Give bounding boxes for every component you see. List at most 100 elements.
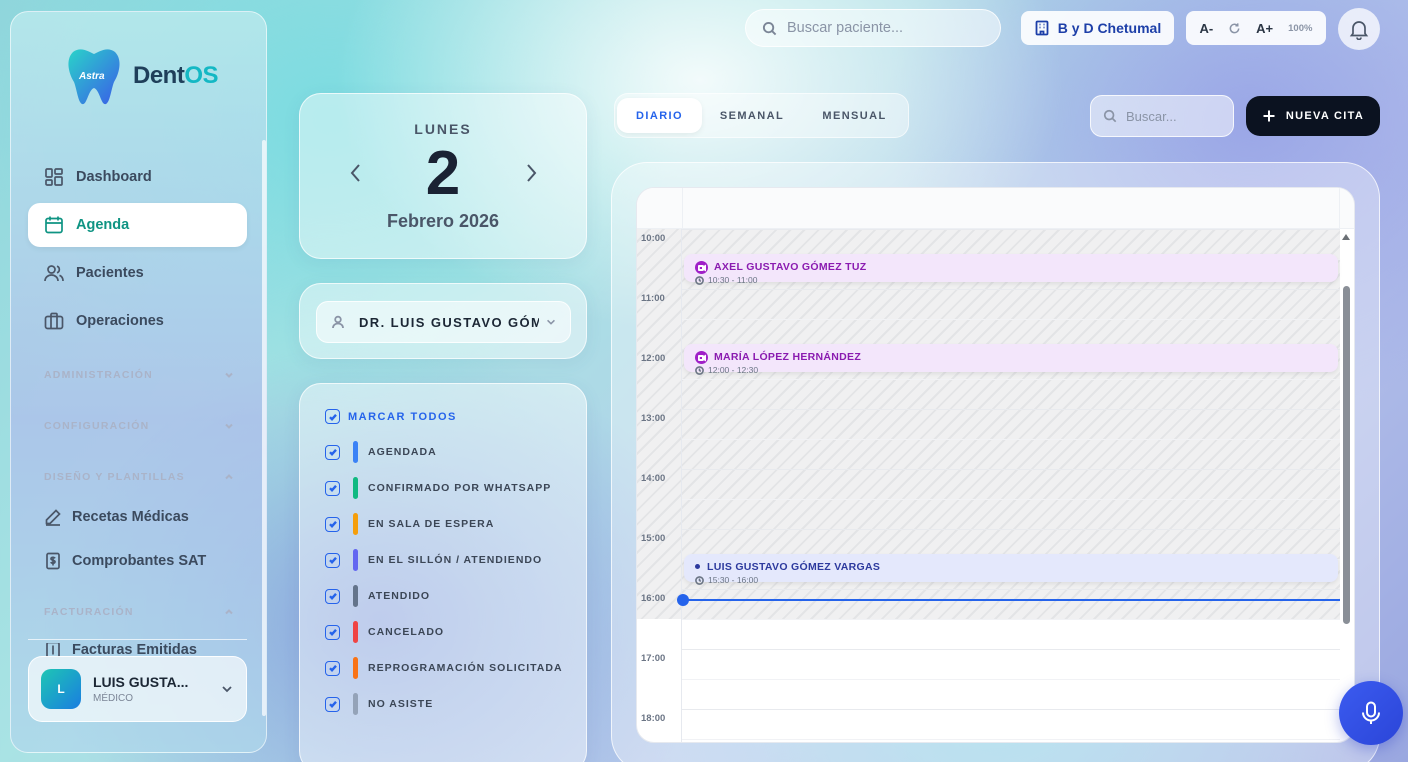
scroll-up-arrow[interactable] bbox=[1342, 234, 1350, 240]
tab-semanal[interactable]: SEMANAL bbox=[707, 98, 797, 133]
mark-all-checkbox[interactable]: MARCAR TODOS bbox=[325, 409, 457, 424]
status-filter-item[interactable]: NO ASISTE bbox=[325, 693, 433, 715]
section-administracion[interactable]: ADMINISTRACIÓN bbox=[44, 369, 234, 381]
appointment-time: 15:30 - 16:00 bbox=[695, 575, 758, 585]
status-color-bar bbox=[353, 441, 358, 463]
status-filter-item[interactable]: CANCELADO bbox=[325, 621, 444, 643]
sidebar-item-facturas[interactable]: Facturas Emitidas bbox=[44, 643, 197, 657]
check-icon bbox=[328, 484, 337, 492]
status-label: EN EL SILLÓN / ATENDIENDO bbox=[368, 554, 543, 566]
check-icon bbox=[328, 413, 337, 421]
status-color-bar bbox=[353, 585, 358, 607]
appointment-card[interactable]: AXEL GUSTAVO GÓMEZ TUZ 10:30 - 11:00 bbox=[684, 254, 1338, 285]
hour-line bbox=[682, 289, 1340, 290]
checkbox[interactable] bbox=[325, 588, 340, 604]
chevron-up-icon bbox=[225, 609, 233, 615]
status-color-bar bbox=[353, 477, 358, 499]
user-menu[interactable]: L LUIS GUSTA... MÉDICO bbox=[28, 656, 247, 722]
sidebar-item-recetas[interactable]: Recetas Médicas bbox=[44, 508, 189, 526]
font-increase-button[interactable]: A+ bbox=[1256, 21, 1273, 36]
appointment-card[interactable]: LUIS GUSTAVO GÓMEZ VARGAS 15:30 - 16:00 bbox=[684, 554, 1338, 585]
sidebar-item-label: Operaciones bbox=[76, 313, 164, 329]
appointment-search-input[interactable] bbox=[1126, 108, 1226, 124]
receipt-icon bbox=[46, 552, 60, 570]
patient-search[interactable] bbox=[745, 9, 1001, 47]
voice-assistant-button[interactable] bbox=[1339, 681, 1403, 745]
sidebar-item-dashboard[interactable]: Dashboard bbox=[28, 155, 247, 199]
status-color-bar bbox=[353, 693, 358, 715]
sidebar-item-agenda[interactable]: Agenda bbox=[28, 203, 247, 247]
mark-all-label: MARCAR TODOS bbox=[348, 410, 457, 423]
hour-label: 13:00 bbox=[641, 413, 666, 424]
status-label: NO ASISTE bbox=[368, 698, 434, 710]
chevron-up-icon bbox=[225, 474, 233, 480]
checkbox[interactable] bbox=[325, 660, 340, 676]
status-color-bar bbox=[353, 513, 358, 535]
pen-icon bbox=[45, 509, 61, 526]
notifications-button[interactable] bbox=[1338, 8, 1380, 50]
checkbox[interactable] bbox=[325, 409, 340, 424]
calendar-scrollbar[interactable] bbox=[1343, 286, 1350, 624]
appointment-search[interactable] bbox=[1090, 95, 1234, 137]
status-filter-item[interactable]: CONFIRMADO POR WHATSAPP bbox=[325, 477, 551, 499]
new-appointment-button[interactable]: NUEVA CITA bbox=[1246, 96, 1380, 136]
reset-icon[interactable] bbox=[1228, 22, 1241, 35]
app-name-dent: Dent bbox=[133, 62, 185, 89]
section-configuracion[interactable]: CONFIGURACIÓN bbox=[44, 420, 234, 432]
status-filter-item[interactable]: ATENDIDO bbox=[325, 585, 430, 607]
tab-mensual[interactable]: MENSUAL bbox=[807, 98, 902, 133]
half-hour-line bbox=[682, 379, 1340, 380]
section-label: DISEÑO Y PLANTILLAS bbox=[44, 471, 185, 483]
current-time-line bbox=[682, 599, 1340, 601]
checkbox[interactable] bbox=[325, 696, 340, 712]
section-diseno-plantillas[interactable]: DISEÑO Y PLANTILLAS bbox=[44, 471, 234, 483]
selected-doctor: DR. LUIS GUSTAVO GÓMEZ VARGAS bbox=[359, 314, 539, 330]
chevron-down-icon bbox=[222, 686, 232, 693]
doctor-select[interactable]: DR. LUIS GUSTAVO GÓMEZ VARGAS bbox=[316, 301, 571, 343]
tab-diario[interactable]: DIARIO bbox=[617, 98, 702, 133]
hour-label: 11:00 bbox=[641, 293, 665, 304]
appointment-time: 12:00 - 12:30 bbox=[695, 365, 758, 375]
check-icon bbox=[328, 556, 337, 564]
users-icon bbox=[44, 265, 64, 282]
check-icon bbox=[328, 520, 337, 528]
status-filter-item[interactable]: REPROGRAMACIÓN SOLICITADA bbox=[325, 657, 563, 679]
patient-search-input[interactable] bbox=[787, 20, 977, 36]
check-icon bbox=[328, 592, 337, 600]
status-filter-item[interactable]: EN EL SILLÓN / ATENDIENDO bbox=[325, 549, 542, 571]
sidebar-item-operaciones[interactable]: Operaciones bbox=[28, 299, 247, 343]
hour-line bbox=[682, 649, 1340, 650]
sidebar-item-pacientes[interactable]: Pacientes bbox=[28, 251, 247, 295]
hour-line bbox=[682, 709, 1340, 710]
appointment-card[interactable]: MARÍA LÓPEZ HERNÁNDEZ 12:00 - 12:30 bbox=[684, 344, 1338, 375]
sidebar-item-comprobantes[interactable]: Comprobantes SAT bbox=[44, 552, 206, 570]
status-filter-item[interactable]: EN SALA DE ESPERA bbox=[325, 513, 494, 535]
half-hour-line bbox=[682, 499, 1340, 500]
checkbox[interactable] bbox=[325, 624, 340, 640]
previous-day-button[interactable] bbox=[345, 160, 367, 186]
weekday-label: LUNES bbox=[414, 121, 472, 137]
checkbox[interactable] bbox=[325, 552, 340, 568]
font-decrease-button[interactable]: A- bbox=[1199, 21, 1213, 36]
hour-label: 12:00 bbox=[641, 353, 666, 364]
section-facturacion[interactable]: FACTURACIÓN bbox=[44, 606, 234, 618]
sidebar-scrollbar[interactable] bbox=[262, 140, 266, 716]
sidebar-item-label: Comprobantes SAT bbox=[72, 553, 207, 569]
hour-label: 14:00 bbox=[641, 473, 666, 484]
next-day-button[interactable] bbox=[520, 160, 542, 186]
clock-icon bbox=[695, 275, 704, 285]
app-logo[interactable]: Astra DentOS bbox=[65, 46, 219, 106]
checkbox[interactable] bbox=[325, 444, 340, 460]
status-filter-item[interactable]: AGENDADA bbox=[325, 441, 437, 463]
section-label: CONFIGURACIÓN bbox=[44, 420, 150, 432]
status-color-bar bbox=[353, 549, 358, 571]
checkbox[interactable] bbox=[325, 480, 340, 496]
status-label: AGENDADA bbox=[368, 446, 437, 458]
half-hour-line bbox=[682, 679, 1340, 680]
sidebar-item-label: Recetas Médicas bbox=[72, 509, 189, 525]
status-color-bar bbox=[353, 621, 358, 643]
view-tabs: DIARIO SEMANAL MENSUAL bbox=[614, 93, 909, 138]
checkbox[interactable] bbox=[325, 516, 340, 532]
hour-line bbox=[682, 529, 1340, 530]
clinic-selector-button[interactable]: B y D Chetumal bbox=[1021, 11, 1174, 45]
